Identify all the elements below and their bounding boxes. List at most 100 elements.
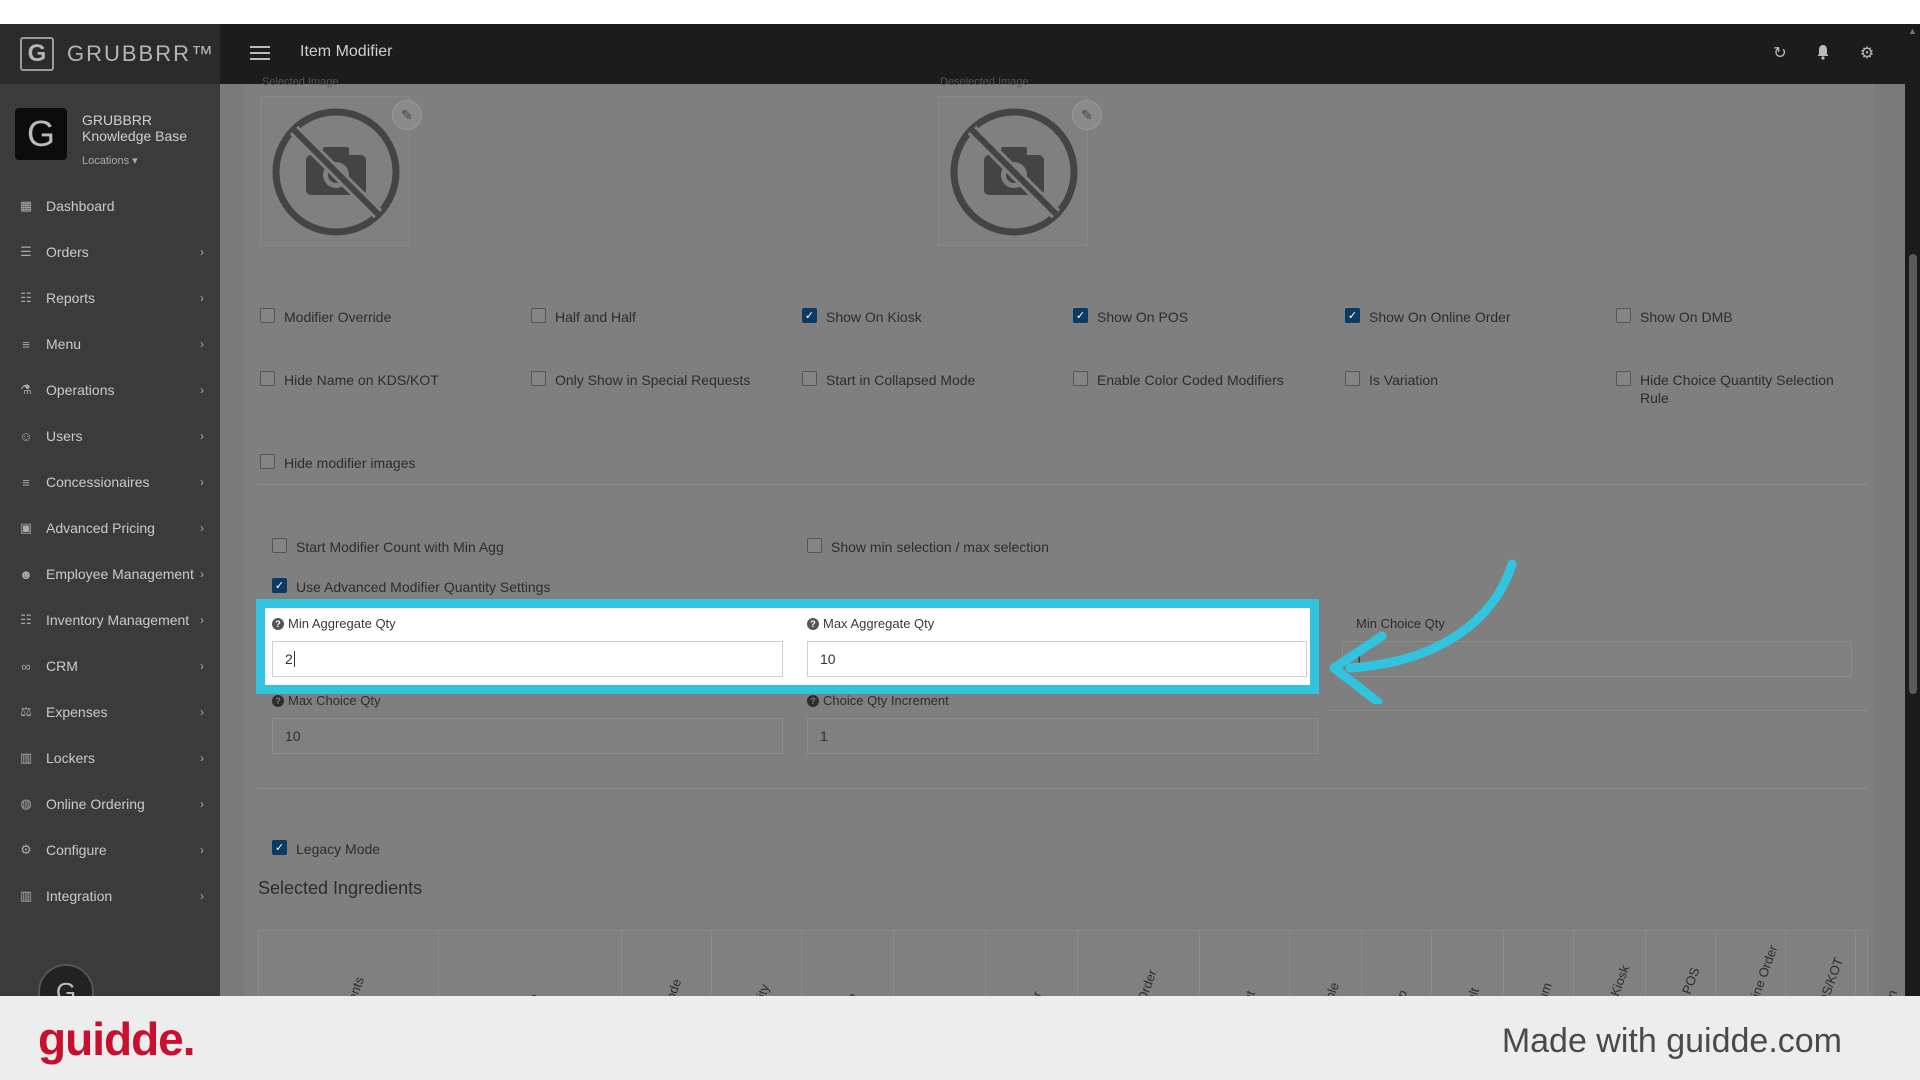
choice-increment-input[interactable]: 1 (807, 718, 1318, 754)
checkbox-box[interactable]: ✓ (272, 840, 287, 855)
checkbox-half-and-half[interactable]: Half and Half (531, 308, 636, 326)
checkbox-box[interactable] (1073, 371, 1088, 386)
sidebar-item-label: Employee Management (46, 566, 194, 582)
sidebar-item-advanced-pricing[interactable]: ▣ Advanced Pricing › (0, 505, 220, 551)
checkbox-label: Half and Half (555, 309, 636, 325)
sidebar-item-crm[interactable]: ∞ CRM › (0, 643, 220, 689)
checkbox-show-on-online-order[interactable]: ✓ Show On Online Order (1345, 308, 1511, 326)
sidebar-item-integration[interactable]: ▥ Integration › (0, 873, 220, 919)
help-icon[interactable]: ? (807, 617, 819, 630)
help-icon[interactable]: ? (272, 694, 284, 707)
checkbox-start-in-collapsed-mode[interactable]: Start in Collapsed Mode (802, 371, 975, 389)
sidebar-item-reports[interactable]: ☷ Reports › (0, 275, 220, 321)
checkbox-is-variation[interactable]: Is Variation (1345, 371, 1438, 389)
checkbox-only-show-in-special-requests[interactable]: Only Show in Special Requests (531, 371, 750, 389)
checkbox-box[interactable] (807, 538, 822, 553)
sidebar-item-dashboard[interactable]: ▦ Dashboard (0, 183, 220, 229)
checkbox-hide-name-on-kds-kot[interactable]: Hide Name on KDS/KOT (260, 371, 439, 389)
column-header[interactable]: PLU Code (622, 931, 712, 996)
bell-icon[interactable] (1813, 44, 1833, 64)
column-header[interactable]: Type (439, 931, 622, 996)
column-header[interactable]: Group (1362, 931, 1432, 996)
help-icon[interactable]: ? (807, 694, 819, 707)
checkbox-show-on-pos[interactable]: ✓ Show On POS (1073, 308, 1188, 326)
column-header[interactable]: Quantity (712, 931, 802, 996)
checkbox-box[interactable]: ✓ (272, 578, 287, 593)
column-header[interactable]: Default (1432, 931, 1504, 996)
logo-text: GRUBBRR™ (67, 41, 216, 66)
sidebar-item-lockers[interactable]: ▥ Lockers › (0, 735, 220, 781)
help-icon[interactable]: ? (272, 617, 284, 630)
gear-icon[interactable]: ⚙ (1857, 44, 1877, 64)
max-aggregate-input[interactable]: 10 (807, 641, 1307, 677)
scroll-up-icon[interactable]: ▲ (1908, 26, 1917, 36)
column-header-label: Count (1232, 989, 1258, 996)
sidebar-item-orders[interactable]: ☰ Orders › (0, 229, 220, 275)
advanced-qty-checkbox[interactable]: ✓ Use Advanced Modifier Quantity Setting… (272, 578, 550, 596)
column-header[interactable]: Available (1290, 931, 1362, 996)
sidebar-item-inventory-management[interactable]: ☷ Inventory Management › (0, 597, 220, 643)
user-avatar[interactable]: G (38, 964, 94, 996)
refresh-icon[interactable]: ↻ (1770, 44, 1790, 64)
legacy-mode-checkbox[interactable]: ✓ Legacy Mode (272, 840, 380, 858)
app-logo[interactable]: G GRUBBRR™ (0, 24, 220, 84)
column-header[interactable]: Count (1200, 931, 1290, 996)
max-choice-input[interactable]: 10 (272, 718, 783, 754)
checkbox-modifier-override[interactable]: Modifier Override (260, 308, 391, 326)
sidebar-item-online-ordering[interactable]: ◍ Online Ordering › (0, 781, 220, 827)
chevron-right-icon: › (200, 475, 204, 489)
column-header[interactable]: Ingredients (259, 931, 439, 996)
no-image-icon (950, 108, 1078, 236)
checkbox-box[interactable] (1616, 308, 1631, 323)
sidebar-item-expenses[interactable]: ⚖ Expenses › (0, 689, 220, 735)
column-header[interactable]: Qty (894, 931, 986, 996)
checkbox-enable-color-coded-modifiers[interactable]: Enable Color Coded Modifiers (1073, 371, 1284, 389)
checkbox-box[interactable]: ✓ (1345, 308, 1360, 323)
sidebar-item-operations[interactable]: ⚗ Operations › (0, 367, 220, 413)
checkbox-show-min-selection-max-selection[interactable]: Show min selection / max selection (807, 538, 1049, 556)
checkbox-box[interactable] (531, 371, 546, 386)
checkbox-start-modifier-count-with-min-agg[interactable]: Start Modifier Count with Min Agg (272, 538, 504, 556)
column-header[interactable]: Show On POS (1646, 931, 1716, 996)
column-header-label: Quantity (741, 982, 772, 996)
checkbox-box[interactable] (260, 454, 275, 469)
checkbox-label: Start in Collapsed Mode (826, 372, 976, 388)
checkbox-box[interactable] (1345, 371, 1360, 386)
column-header[interactable]: Premium (1504, 931, 1574, 996)
vertical-scrollbar[interactable]: ▲ (1905, 24, 1920, 996)
locations-dropdown[interactable]: Locations ▾ (82, 154, 138, 167)
column-header[interactable]: Display Order (1078, 931, 1200, 996)
sidebar-item-concessionaires[interactable]: ≡ Concessionaires › (0, 459, 220, 505)
annotation-arrow-icon (1329, 559, 1517, 704)
checkbox-box[interactable] (260, 308, 275, 323)
checkbox-show-on-dmb[interactable]: Show On DMB (1616, 308, 1733, 326)
checkbox-label: Modifier Override (284, 309, 392, 325)
column-header[interactable]: Price (802, 931, 894, 996)
checkbox-box[interactable]: ✓ (802, 308, 817, 323)
sidebar-item-users[interactable]: ☺ Users › (0, 413, 220, 459)
column-header[interactable]: Show On Online Order (1716, 931, 1786, 996)
column-header[interactable]: Hide on KDS/KOT (1786, 931, 1856, 996)
checkbox-hide-modifier-images[interactable]: Hide modifier images (260, 454, 416, 472)
sidebar-item-employee-management[interactable]: ☻ Employee Management › (0, 551, 220, 597)
checkbox-box[interactable] (260, 371, 275, 386)
checkbox-label: Show On POS (1097, 309, 1189, 325)
sidebar-item-menu[interactable]: ≡ Menu › (0, 321, 220, 367)
checkbox-hide-choice-quantity-selection-rule[interactable]: Hide Choice Quantity Selection Rule (1616, 371, 1846, 407)
min-aggregate-input[interactable]: 2 (272, 641, 783, 677)
sidebar-item-label: Configure (46, 842, 107, 858)
hamburger-menu-icon[interactable] (250, 46, 270, 60)
checkbox-box[interactable]: ✓ (1073, 308, 1088, 323)
column-header[interactable]: Show On Kiosk (1574, 931, 1646, 996)
checkbox-box[interactable] (802, 371, 817, 386)
edit-selected-image-button[interactable]: ✎ (392, 100, 422, 130)
chevron-right-icon: › (200, 429, 204, 443)
checkbox-box[interactable] (272, 538, 287, 553)
scrollbar-thumb[interactable] (1909, 254, 1917, 694)
sidebar-item-configure[interactable]: ⚙ Configure › (0, 827, 220, 873)
checkbox-show-on-kiosk[interactable]: ✓ Show On Kiosk (802, 308, 922, 326)
checkbox-box[interactable] (1616, 371, 1631, 386)
edit-deselected-image-button[interactable]: ✎ (1072, 100, 1102, 130)
column-header[interactable]: Order (986, 931, 1078, 996)
checkbox-box[interactable] (531, 308, 546, 323)
